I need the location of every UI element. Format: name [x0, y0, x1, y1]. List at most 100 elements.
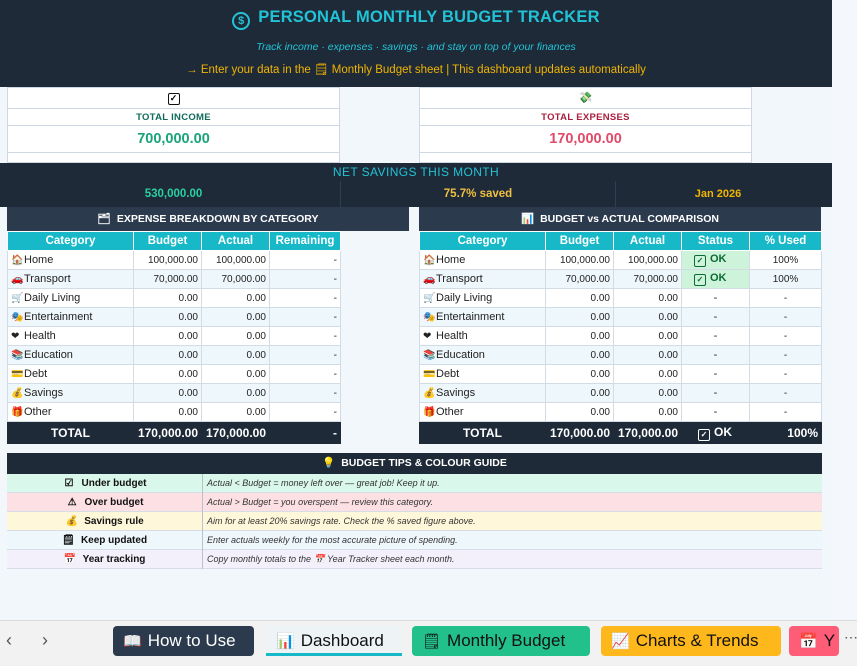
page-subtitle: Track income · expenses · savings · and …: [256, 41, 576, 53]
actual-cell[interactable]: 70,000.00: [613, 269, 682, 289]
status-cell[interactable]: -: [681, 383, 750, 403]
remaining-cell[interactable]: -: [269, 402, 341, 422]
budget-cell[interactable]: 100,000.00: [545, 250, 614, 270]
actual-cell[interactable]: 70,000.00: [201, 269, 270, 289]
category-cell[interactable]: 📚Education: [7, 345, 134, 365]
percent-used-cell[interactable]: -: [749, 383, 822, 403]
category-cell[interactable]: 🛒Daily Living: [419, 288, 546, 308]
total-budget[interactable]: 170,000.00: [133, 421, 202, 444]
status-cell[interactable]: -: [681, 402, 750, 422]
budget-cell[interactable]: 0.00: [133, 383, 202, 403]
category-cell[interactable]: 🏠Home: [7, 250, 134, 270]
total-actual[interactable]: 170,000.00: [613, 421, 682, 444]
total-actual[interactable]: 170,000.00: [201, 421, 270, 444]
total-label[interactable]: TOTAL: [7, 421, 134, 444]
status-cell[interactable]: -: [681, 364, 750, 384]
category-cell[interactable]: 🛒Daily Living: [7, 288, 134, 308]
remaining-cell[interactable]: -: [269, 326, 341, 346]
budget-cell[interactable]: 0.00: [133, 364, 202, 384]
percent-used-cell[interactable]: 100%: [749, 269, 822, 289]
actual-cell[interactable]: 0.00: [201, 383, 270, 403]
total-remaining[interactable]: -: [269, 421, 341, 444]
actual-cell[interactable]: 0.00: [201, 288, 270, 308]
actual-cell[interactable]: 0.00: [201, 326, 270, 346]
total-budget[interactable]: 170,000.00: [545, 421, 614, 444]
remaining-cell[interactable]: -: [269, 345, 341, 365]
actual-cell[interactable]: 0.00: [201, 364, 270, 384]
budget-cell[interactable]: 0.00: [545, 383, 614, 403]
status-cell[interactable]: ✓ OK: [681, 269, 750, 289]
budget-cell[interactable]: 0.00: [133, 326, 202, 346]
category-cell[interactable]: 🎁Other: [419, 402, 546, 422]
actual-cell[interactable]: 0.00: [613, 288, 682, 308]
budget-cell[interactable]: 0.00: [545, 307, 614, 327]
category-cell[interactable]: 💰Savings: [419, 383, 546, 403]
percent-used-cell[interactable]: -: [749, 307, 822, 327]
budget-cell[interactable]: 0.00: [133, 307, 202, 327]
tab-dashboard[interactable]: 📊 Dashboard: [266, 626, 402, 656]
category-cell[interactable]: 💳Debt: [419, 364, 546, 384]
percent-used-cell[interactable]: -: [749, 402, 822, 422]
total-percent-used[interactable]: 100%: [749, 421, 822, 444]
actual-cell[interactable]: 0.00: [613, 402, 682, 422]
category-cell[interactable]: 🚗Transport: [7, 269, 134, 289]
actual-cell[interactable]: 0.00: [613, 364, 682, 384]
budget-cell[interactable]: 0.00: [545, 364, 614, 384]
remaining-cell[interactable]: -: [269, 383, 341, 403]
percent-used-cell[interactable]: -: [749, 288, 822, 308]
remaining-cell[interactable]: -: [269, 269, 341, 289]
percent-used-cell[interactable]: 100%: [749, 250, 822, 270]
category-cell[interactable]: 🚗Transport: [419, 269, 546, 289]
status-cell[interactable]: ✓ OK: [681, 250, 750, 270]
budget-cell[interactable]: 0.00: [133, 288, 202, 308]
actual-cell[interactable]: 0.00: [201, 402, 270, 422]
budget-cell[interactable]: 70,000.00: [133, 269, 202, 289]
remaining-cell[interactable]: -: [269, 250, 341, 270]
category-cell[interactable]: 🎭Entertainment: [419, 307, 546, 327]
actual-cell[interactable]: 0.00: [613, 307, 682, 327]
budget-cell[interactable]: 0.00: [545, 345, 614, 365]
percent-used-cell[interactable]: -: [749, 345, 822, 365]
total-label[interactable]: TOTAL: [419, 421, 546, 444]
remaining-cell[interactable]: -: [269, 288, 341, 308]
scroll-right-icon[interactable]: ›: [42, 630, 48, 651]
category-cell[interactable]: 🏠Home: [419, 250, 546, 270]
status-cell[interactable]: -: [681, 307, 750, 327]
actual-cell[interactable]: 0.00: [201, 345, 270, 365]
budget-cell[interactable]: 0.00: [133, 402, 202, 422]
percent-used-cell[interactable]: -: [749, 364, 822, 384]
category-cell[interactable]: ❤ Health: [7, 326, 134, 346]
budget-cell[interactable]: 70,000.00: [545, 269, 614, 289]
category-cell[interactable]: 🎭Entertainment: [7, 307, 134, 327]
category-icon: 💳: [423, 369, 436, 380]
status-cell[interactable]: -: [681, 345, 750, 365]
tab-how-to-use[interactable]: 📖 How to Use: [113, 626, 254, 656]
status-cell[interactable]: -: [681, 326, 750, 346]
tab-year-tracker[interactable]: 📅 Y: [789, 626, 839, 656]
actual-cell[interactable]: 0.00: [613, 345, 682, 365]
more-sheets-icon[interactable]: ⋯: [844, 629, 857, 646]
category-cell[interactable]: 📚Education: [419, 345, 546, 365]
actual-cell[interactable]: 100,000.00: [201, 250, 270, 270]
status-cell[interactable]: -: [681, 288, 750, 308]
remaining-cell[interactable]: -: [269, 307, 341, 327]
total-status[interactable]: ✓ OK: [681, 421, 750, 444]
percent-used-cell[interactable]: -: [749, 326, 822, 346]
tab-charts-trends[interactable]: 📈 Charts & Trends: [601, 626, 781, 656]
budget-cell[interactable]: 0.00: [545, 288, 614, 308]
category-cell[interactable]: 🎁Other: [7, 402, 134, 422]
remaining-cell[interactable]: -: [269, 364, 341, 384]
tab-monthly-budget[interactable]: 🗒 Monthly Budget: [412, 626, 590, 656]
category-cell[interactable]: ❤ Health: [419, 326, 546, 346]
actual-cell[interactable]: 100,000.00: [613, 250, 682, 270]
actual-cell[interactable]: 0.00: [201, 307, 270, 327]
budget-cell[interactable]: 0.00: [133, 345, 202, 365]
budget-cell[interactable]: 100,000.00: [133, 250, 202, 270]
budget-cell[interactable]: 0.00: [545, 402, 614, 422]
actual-cell[interactable]: 0.00: [613, 326, 682, 346]
budget-cell[interactable]: 0.00: [545, 326, 614, 346]
category-cell[interactable]: 💰Savings: [7, 383, 134, 403]
scroll-left-icon[interactable]: ‹: [6, 630, 12, 651]
category-cell[interactable]: 💳Debt: [7, 364, 134, 384]
actual-cell[interactable]: 0.00: [613, 383, 682, 403]
